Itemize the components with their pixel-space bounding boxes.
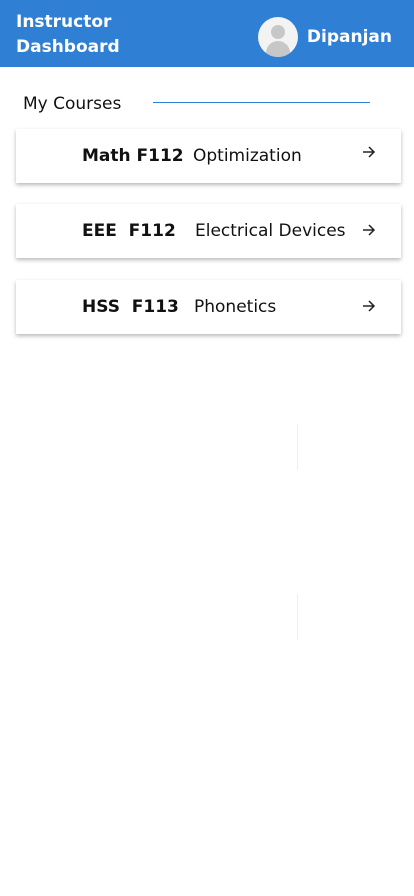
course-card[interactable]: Math F112 Optimization [16, 129, 401, 183]
course-code: EEE F112 [82, 221, 176, 241]
faint-divider [297, 424, 298, 470]
faint-divider [297, 594, 298, 640]
section-title: My Courses [23, 94, 122, 114]
course-card[interactable]: HSS F113 Phonetics [16, 280, 401, 334]
app-title: Instructor Dashboard [16, 12, 120, 57]
course-name: Electrical Devices [195, 221, 346, 241]
user-menu[interactable]: Dipanjan [257, 17, 392, 57]
arrow-right-icon[interactable] [360, 143, 378, 161]
course-card[interactable]: EEE F112 Electrical Devices [16, 204, 401, 258]
course-code: HSS F113 [82, 297, 179, 317]
user-avatar-icon[interactable] [257, 17, 298, 57]
course-name: Optimization [193, 146, 302, 166]
section-divider [153, 102, 370, 103]
arrow-right-icon[interactable] [360, 221, 378, 239]
arrow-right-icon[interactable] [360, 297, 378, 315]
course-name: Phonetics [194, 297, 277, 317]
app-bar: Instructor Dashboard Dipanjan [0, 0, 414, 67]
avatar-body [265, 41, 290, 57]
user-name[interactable]: Dipanjan [307, 27, 392, 47]
avatar-head [270, 25, 285, 39]
course-code: Math F112 [82, 146, 184, 166]
